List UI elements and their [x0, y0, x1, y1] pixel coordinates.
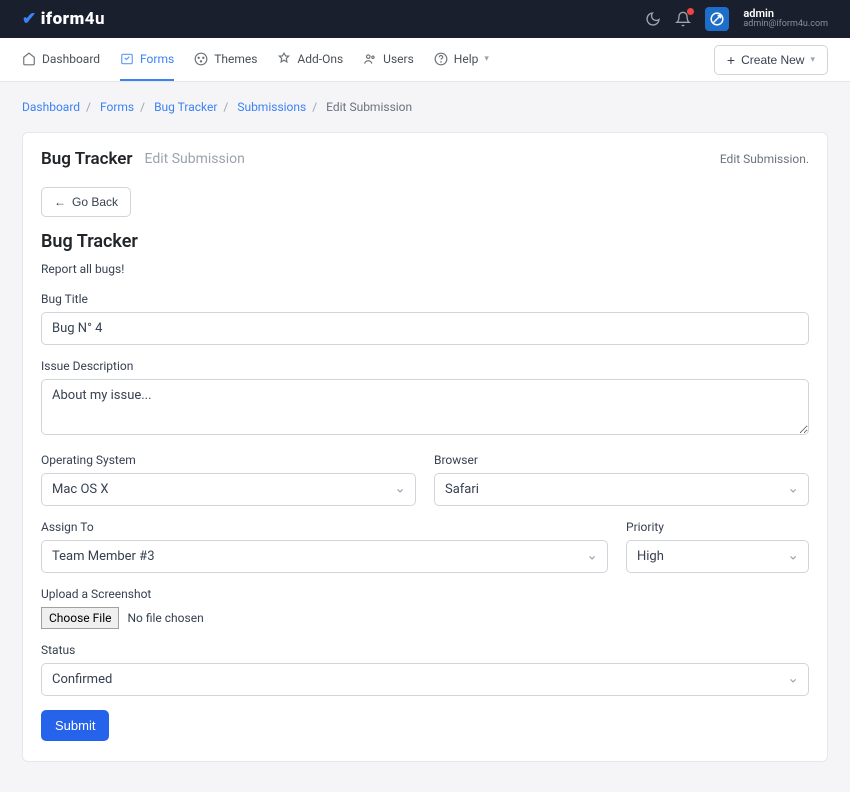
browser-label: Browser — [434, 453, 809, 467]
puzzle-icon — [277, 52, 291, 66]
home-icon — [22, 52, 36, 66]
main-card: Bug Tracker Edit Submission Edit Submiss… — [22, 132, 828, 762]
status-select[interactable]: Confirmed — [41, 663, 809, 696]
choose-file-button[interactable]: Choose File — [41, 607, 119, 629]
create-new-button[interactable]: + Create New ▾ — [714, 45, 828, 75]
form-icon — [120, 52, 134, 66]
status-label: Status — [41, 643, 809, 657]
bug-title-input[interactable] — [41, 312, 809, 345]
bell-icon[interactable] — [675, 11, 691, 27]
operating-system-label: Operating System — [41, 453, 416, 467]
notification-dot — [687, 8, 694, 15]
nav-item-addons[interactable]: Add-Ons — [277, 38, 343, 81]
topbar: ✔ iform4u admin admin@iform4u.com — [0, 0, 850, 38]
moon-icon[interactable] — [645, 11, 661, 27]
check-icon: ✔ — [22, 9, 37, 29]
operating-system-select[interactable]: Mac OS X — [41, 473, 416, 506]
breadcrumb-link[interactable]: Dashboard — [22, 100, 80, 114]
arrow-left-icon: ← — [54, 195, 66, 209]
chevron-down-icon: ▾ — [484, 54, 489, 64]
breadcrumb-current: Edit Submission — [326, 100, 412, 114]
nav-item-dashboard[interactable]: Dashboard — [22, 38, 100, 81]
form-description: Report all bugs! — [41, 262, 809, 276]
user-meta[interactable]: admin admin@iform4u.com — [743, 8, 828, 30]
breadcrumb-link[interactable]: Submissions — [237, 100, 306, 114]
nav-item-forms[interactable]: Forms — [120, 38, 174, 81]
nav-item-themes[interactable]: Themes — [194, 38, 257, 81]
assign-to-label: Assign To — [41, 520, 608, 534]
brand-text: iform4u — [41, 9, 105, 29]
go-back-button[interactable]: ← Go Back — [41, 187, 131, 217]
page-subtitle: Edit Submission — [145, 151, 245, 167]
user-email: admin@iform4u.com — [743, 20, 828, 30]
page-title: Bug Tracker — [41, 149, 133, 169]
breadcrumb: Dashboard/ Forms/ Bug Tracker/ Submissio… — [22, 100, 828, 114]
brand-logo[interactable]: ✔ iform4u — [22, 9, 105, 29]
assign-to-select[interactable]: Team Member #3 — [41, 540, 608, 573]
file-status: No file chosen — [127, 611, 203, 625]
issue-description-input[interactable]: About my issue... — [41, 379, 809, 435]
bug-title-label: Bug Title — [41, 292, 809, 306]
navbar: Dashboard Forms Themes Add-Ons Users Hel… — [0, 38, 850, 82]
form-heading: Bug Tracker — [41, 231, 809, 252]
priority-select[interactable]: High — [626, 540, 809, 573]
nav-item-help[interactable]: Help ▾ — [434, 38, 489, 81]
issue-description-label: Issue Description — [41, 359, 809, 373]
upload-screenshot-label: Upload a Screenshot — [41, 587, 809, 601]
palette-icon — [194, 52, 208, 66]
submit-button[interactable]: Submit — [41, 710, 109, 741]
plus-icon: + — [727, 53, 735, 67]
users-icon — [363, 52, 377, 66]
browser-select[interactable]: Safari — [434, 473, 809, 506]
breadcrumb-link[interactable]: Bug Tracker — [154, 100, 217, 114]
avatar[interactable] — [705, 7, 729, 31]
chevron-down-icon: ▾ — [810, 54, 815, 65]
priority-label: Priority — [626, 520, 809, 534]
help-icon — [434, 52, 448, 66]
breadcrumb-link[interactable]: Forms — [100, 100, 134, 114]
header-note: Edit Submission. — [720, 152, 809, 166]
nav-item-users[interactable]: Users — [363, 38, 414, 81]
